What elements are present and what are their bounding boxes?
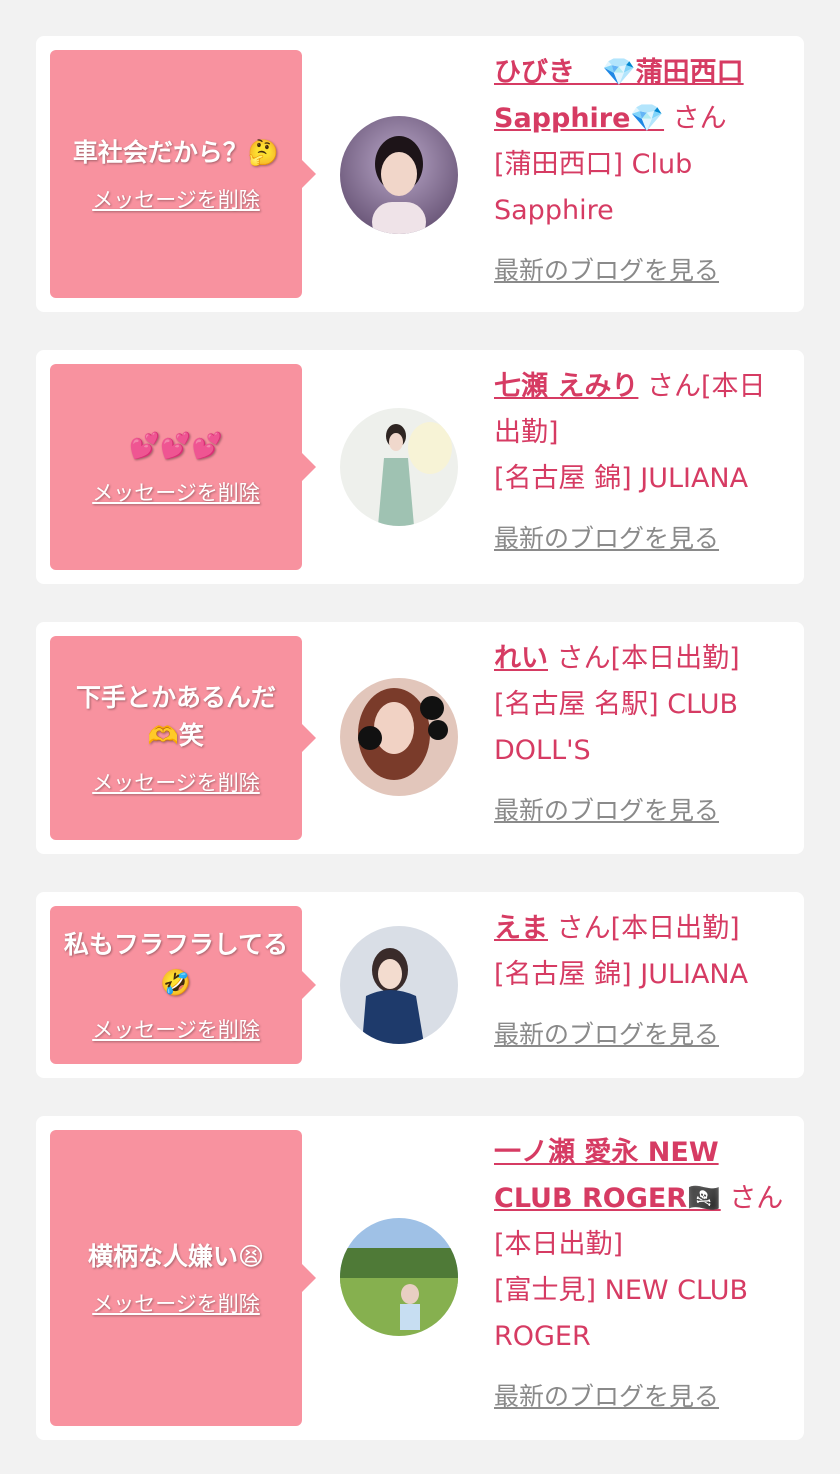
message-text: 💕💕💕 <box>129 431 223 460</box>
message-card: 車社会だから？🤔 メッセージを削除 ひびき 💎蒲田西口Sapphire💎 さん … <box>36 36 804 312</box>
profile-info: 七瀬 えみり さん[本日出勤] [名古屋 錦] JULIANA 最新のブログを見… <box>494 364 784 562</box>
delete-message-link[interactable]: メッセージを削除 <box>92 1014 260 1044</box>
avatar[interactable] <box>340 1218 458 1336</box>
profile-name-link[interactable]: れい <box>494 643 548 674</box>
avatar[interactable] <box>340 408 458 526</box>
honorific: さん <box>672 103 727 134</box>
delete-message-link[interactable]: メッセージを削除 <box>92 1288 260 1318</box>
shop-name: [蒲田西口] Club Sapphire <box>494 149 693 226</box>
message-card: 私もフラフラしてる🤣 メッセージを削除 えま さん[本日出勤] [名古屋 錦] … <box>36 892 804 1078</box>
message-card: 下手とかあるんだ🫶笑 メッセージを削除 れい さん[本日出勤] [名古屋 名駅]… <box>36 622 804 854</box>
shop-name: [富士見] NEW CLUB ROGER <box>494 1275 749 1352</box>
profile-name-link[interactable]: 一ノ瀬 愛永 NEW CLUB ROGER🏴‍☠️ <box>494 1137 721 1214</box>
shop-name: [名古屋 名駅] CLUB DOLL'S <box>494 689 739 766</box>
message-bubble: 車社会だから？🤔 メッセージを削除 <box>50 50 316 298</box>
profile-info: ひびき 💎蒲田西口Sapphire💎 さん [蒲田西口] Club Sapphi… <box>494 50 784 294</box>
message-text: 横柄な人嫌い😫 <box>87 1242 265 1271</box>
latest-blog-link[interactable]: 最新のブログを見る <box>494 516 719 562</box>
message-bubble: 下手とかあるんだ🫶笑 メッセージを削除 <box>50 636 316 840</box>
delete-message-link[interactable]: メッセージを削除 <box>92 477 260 507</box>
message-bubble: 私もフラフラしてる🤣 メッセージを削除 <box>50 906 316 1064</box>
avatar[interactable] <box>340 678 458 796</box>
delete-message-link[interactable]: メッセージを削除 <box>92 184 260 214</box>
honorific: さん[本日出勤] <box>556 913 740 944</box>
message-text: 私もフラフラしてる🤣 <box>63 930 289 997</box>
message-card: 💕💕💕 メッセージを削除 七瀬 えみり さん[本日出勤] [名古屋 錦] JUL… <box>36 350 804 584</box>
message-text: 車社会だから？🤔 <box>72 138 280 167</box>
message-text: 下手とかあるんだ🫶笑 <box>75 683 276 750</box>
honorific: さん[本日出勤] <box>556 643 740 674</box>
delete-message-link[interactable]: メッセージを削除 <box>92 767 260 797</box>
message-bubble: 横柄な人嫌い😫 メッセージを削除 <box>50 1130 316 1426</box>
latest-blog-link[interactable]: 最新のブログを見る <box>494 1374 719 1420</box>
profile-info: れい さん[本日出勤] [名古屋 名駅] CLUB DOLL'S 最新のブログを… <box>494 636 784 834</box>
latest-blog-link[interactable]: 最新のブログを見る <box>494 1012 719 1058</box>
avatar[interactable] <box>340 116 458 234</box>
avatar[interactable] <box>340 926 458 1044</box>
profile-name-link[interactable]: えま <box>494 913 548 944</box>
latest-blog-link[interactable]: 最新のブログを見る <box>494 248 719 294</box>
message-card: 横柄な人嫌い😫 メッセージを削除 一ノ瀬 愛永 NEW CLUB ROGER🏴‍… <box>36 1116 804 1440</box>
shop-name: [名古屋 錦] JULIANA <box>494 959 749 990</box>
message-bubble: 💕💕💕 メッセージを削除 <box>50 364 316 570</box>
profile-info: 一ノ瀬 愛永 NEW CLUB ROGER🏴‍☠️ さん[本日出勤] [富士見]… <box>494 1130 784 1420</box>
profile-info: えま さん[本日出勤] [名古屋 錦] JULIANA 最新のブログを見る <box>494 906 784 1058</box>
latest-blog-link[interactable]: 最新のブログを見る <box>494 788 719 834</box>
profile-name-link[interactable]: 七瀬 えみり <box>494 371 638 402</box>
shop-name: [名古屋 錦] JULIANA <box>494 463 749 494</box>
